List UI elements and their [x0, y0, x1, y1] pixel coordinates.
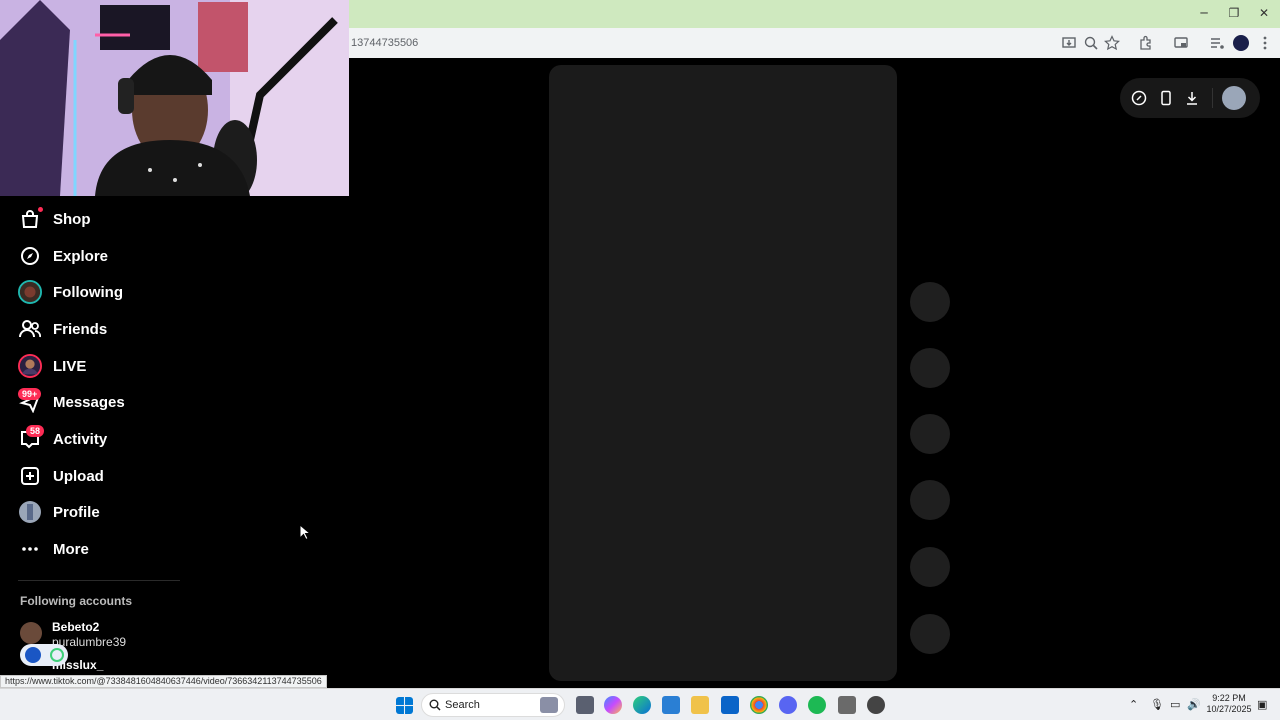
spotify-icon[interactable]	[808, 696, 826, 714]
search-icon	[429, 699, 441, 711]
streamer-camera-image	[0, 0, 349, 196]
clock-time: 9:22 PM	[1212, 693, 1246, 703]
chrome-icon[interactable]	[750, 696, 768, 714]
user-avatar[interactable]	[1222, 86, 1246, 110]
volume-icon[interactable]: 🔊	[1187, 698, 1201, 711]
compass-icon	[18, 244, 42, 268]
sidebar-item-friends[interactable]: Friends	[18, 314, 107, 344]
taskbar-search[interactable]: Search	[421, 693, 565, 717]
sidebar-item-upload[interactable]: Upload	[18, 461, 104, 491]
like-button[interactable]	[910, 282, 950, 322]
edge-icon[interactable]	[633, 696, 651, 714]
sidebar-item-messages[interactable]: 99+ Messages	[18, 387, 125, 417]
power-icon	[49, 648, 64, 662]
url-text[interactable]: 13744735506	[351, 37, 418, 49]
share-button[interactable]	[910, 480, 950, 520]
outlook-icon[interactable]	[721, 696, 739, 714]
video-player-placeholder[interactable]	[549, 65, 897, 681]
account-avatar	[20, 622, 42, 644]
top-right-toolbar	[1120, 78, 1260, 118]
menu-dots-icon[interactable]	[1257, 35, 1273, 51]
sidebar-item-live[interactable]: LIVE	[18, 351, 86, 381]
bookmark-star-icon[interactable]	[1104, 35, 1120, 51]
notification-bell-icon[interactable]: ▣	[1257, 698, 1267, 711]
activity-badge: 58	[26, 425, 45, 437]
tray-chevron-icon[interactable]: ⌃	[1129, 698, 1138, 711]
taskbar-clock[interactable]: 9:22 PM 10/27/2025	[1204, 693, 1254, 715]
sidebar-item-label: Messages	[53, 393, 125, 411]
sidebar-item-profile[interactable]: Profile	[18, 497, 100, 527]
sidebar-item-label: Shop	[53, 210, 91, 228]
search-highlight-icon	[540, 697, 558, 713]
network-icon[interactable]: ▭	[1170, 698, 1180, 711]
store-icon[interactable]	[662, 696, 680, 714]
xbox-icon[interactable]	[838, 696, 856, 714]
restore-button[interactable]: ❐	[1224, 6, 1244, 20]
file-explorer-icon[interactable]	[691, 696, 709, 714]
obs-icon[interactable]	[867, 696, 885, 714]
profile-avatar[interactable]	[1233, 35, 1249, 51]
sidebar-item-label: Explore	[53, 247, 109, 265]
search-label: Search	[445, 699, 480, 711]
following-avatar-icon	[18, 280, 42, 304]
webcam-overlay	[0, 0, 349, 196]
close-button[interactable]: ✕	[1254, 6, 1274, 20]
download-icon[interactable]	[1184, 90, 1200, 106]
messages-badge: 99+	[18, 388, 42, 400]
messages-icon: 99+	[18, 388, 42, 414]
live-avatar-icon	[18, 354, 42, 378]
sidebar-item-label: LIVE	[53, 357, 87, 375]
windows-start-icon[interactable]	[396, 697, 413, 714]
extensions-icon[interactable]	[1138, 35, 1154, 51]
sidebar-divider	[18, 580, 180, 581]
media-control-icon[interactable]	[1209, 35, 1225, 51]
zoom-icon[interactable]	[1083, 35, 1099, 51]
sidebar-item-more[interactable]: More	[18, 534, 89, 564]
discord-icon[interactable]	[779, 696, 797, 714]
following-accounts-title: Following accounts	[20, 594, 133, 608]
activity-icon: 58	[18, 425, 45, 451]
comment-button[interactable]	[910, 348, 950, 388]
notification-dot	[38, 207, 43, 212]
minimize-button[interactable]: ─	[1194, 6, 1214, 20]
repost-button[interactable]	[910, 547, 950, 587]
sidebar-item-activity[interactable]: 58 Activity	[18, 424, 107, 454]
task-view-icon[interactable]	[576, 696, 594, 714]
save-button[interactable]	[910, 414, 950, 454]
mouse-cursor-icon	[299, 524, 311, 540]
link-preview-statusbar: https://www.tiktok.com/@7338481604840637…	[0, 675, 327, 688]
shopping-bag-icon	[18, 207, 43, 231]
install-app-icon[interactable]	[1061, 35, 1077, 51]
cast-icon[interactable]	[1173, 35, 1189, 51]
friends-icon	[18, 317, 42, 341]
sidebar-item-label: Friends	[53, 320, 108, 338]
upload-plus-icon	[18, 464, 42, 488]
sidebar-item-following[interactable]: Following	[18, 277, 123, 307]
device-icon[interactable]	[1158, 90, 1174, 106]
browser-title-bar: ─ ❐ ✕	[349, 0, 1280, 28]
windows-taskbar: Search ⌃ 🎙 ▭ 🔊 9:22 PM 10/27/2025 ▣	[0, 688, 1280, 720]
address-bar[interactable]: 13744735506	[349, 28, 1280, 58]
sidebar-item-shop[interactable]: Shop	[18, 204, 91, 234]
coin-icon[interactable]	[1131, 90, 1147, 106]
profile-avatar-icon	[18, 500, 42, 524]
sidebar-item-label: Upload	[53, 467, 104, 485]
more-dots-icon	[18, 537, 42, 561]
music-disc-button[interactable]	[910, 614, 950, 654]
microphone-icon[interactable]: 🎙	[1150, 698, 1164, 711]
sidebar-item-label: Profile	[53, 503, 100, 521]
sidebar-item-explore[interactable]: Explore	[18, 241, 108, 271]
sidebar-item-label: Following	[53, 283, 123, 301]
widget-app-icon	[24, 647, 41, 663]
copilot-icon[interactable]	[604, 696, 622, 714]
clock-date: 10/27/2025	[1206, 704, 1252, 714]
account-name: Bebeto2	[52, 620, 100, 634]
sidebar-item-label: More	[53, 540, 89, 558]
sidebar-item-label: Activity	[53, 430, 108, 448]
overlay-widget[interactable]	[20, 644, 68, 666]
toolbar-divider	[1212, 88, 1213, 108]
